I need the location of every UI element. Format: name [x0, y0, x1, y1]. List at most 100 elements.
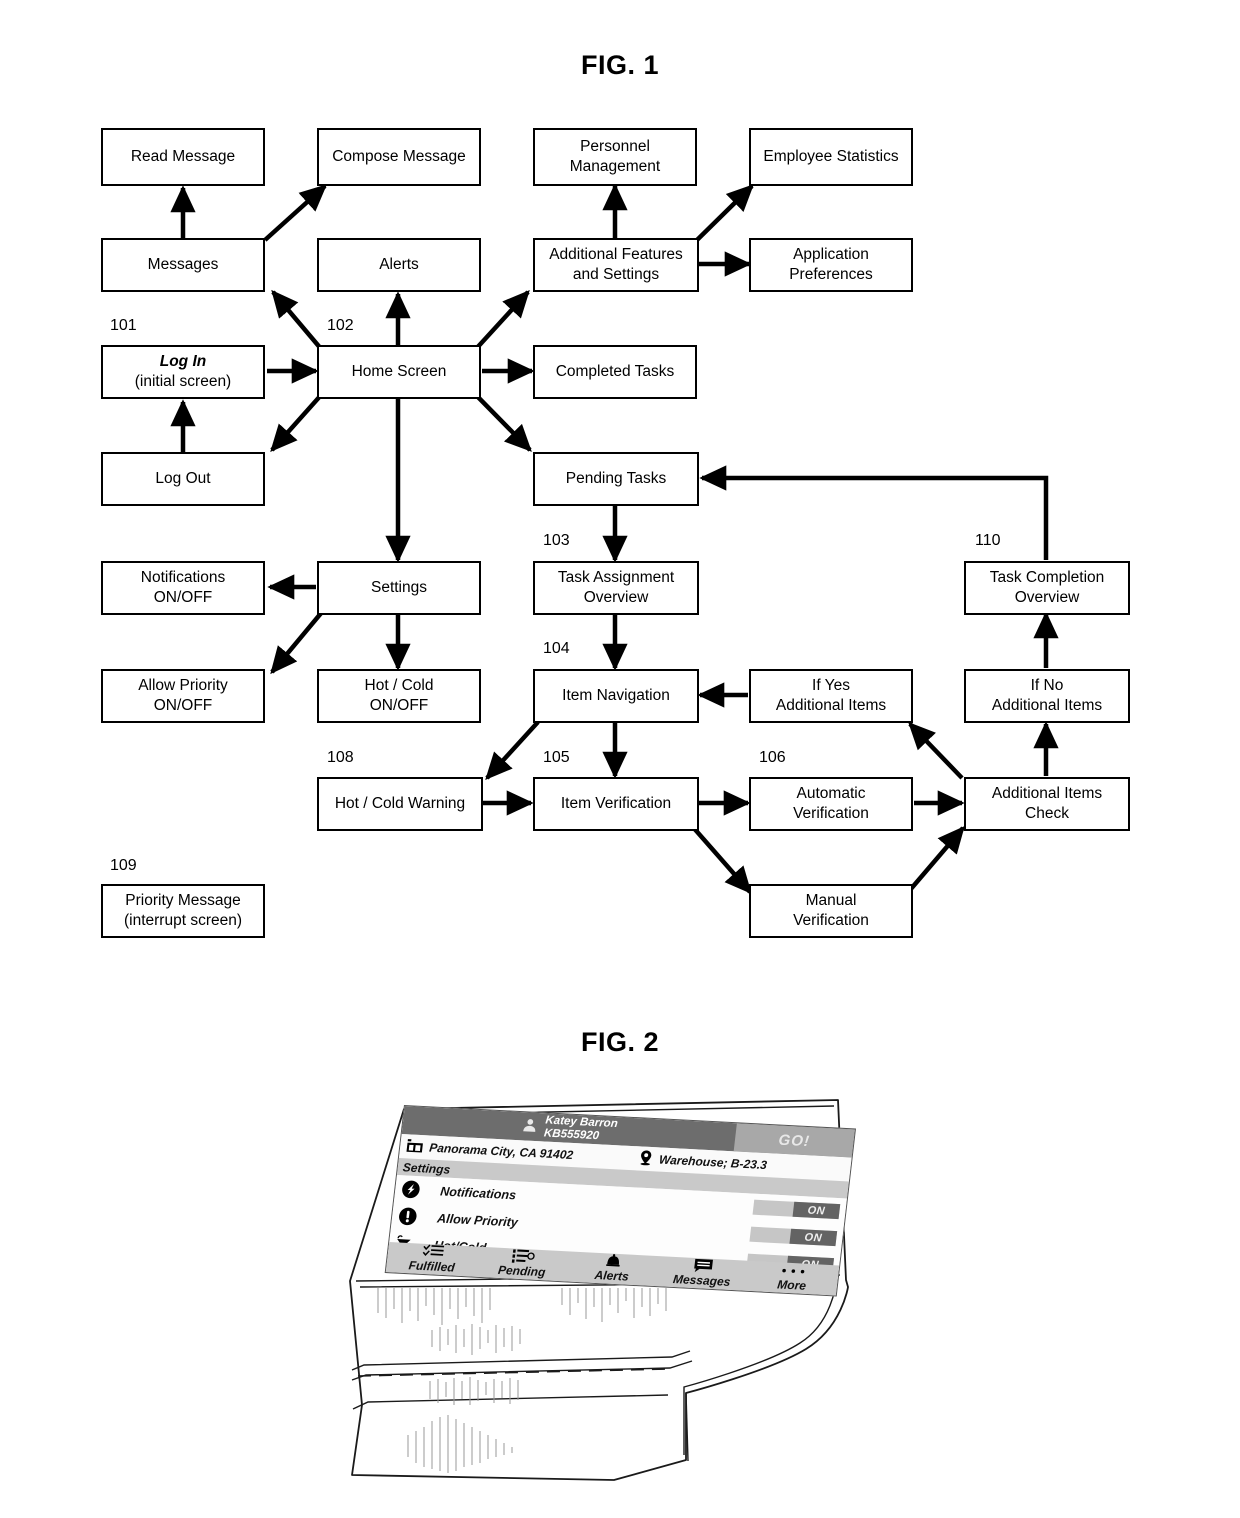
node-personnel-management[interactable]: Personnel Management [533, 128, 697, 186]
nav-item-pending[interactable]: Pending [476, 1247, 569, 1282]
node-settings[interactable]: Settings [317, 561, 481, 615]
ref-numeral-109: 109 [110, 857, 137, 874]
node-label: Completed Tasks [555, 362, 675, 380]
nav-label: Alerts [593, 1267, 630, 1284]
node-additional-features-and-settings[interactable]: Additional Features and Settings [533, 238, 699, 292]
node-label: Task Assignment [557, 568, 675, 586]
node-hot-cold-on-off[interactable]: Hot / Cold ON/OFF [317, 669, 481, 723]
node-pending-tasks[interactable]: Pending Tasks [533, 452, 699, 506]
node-label: Management [569, 158, 661, 175]
list-clock-icon [511, 1248, 537, 1264]
ref-numeral-105: 105 [543, 749, 570, 766]
warehouse-label: Warehouse; B-23.3 [658, 1152, 768, 1173]
node-label: If Yes [812, 676, 850, 694]
node-label: Application [793, 245, 869, 263]
node-notifications-on-off[interactable]: Notifications ON/OFF [101, 561, 265, 615]
node-label: and Settings [572, 266, 660, 283]
node-label: ON/OFF [369, 697, 429, 714]
map-pin-icon [637, 1149, 654, 1169]
node-label: Home Screen [351, 362, 447, 380]
nav-item-messages[interactable]: Messages [656, 1256, 749, 1291]
node-label: Hot / Cold [364, 676, 434, 694]
node-completed-tasks[interactable]: Completed Tasks [533, 345, 697, 399]
node-label: Hot / Cold Warning [334, 794, 466, 812]
ref-numeral-103: 103 [543, 532, 570, 549]
ref-numeral-110: 110 [975, 532, 1001, 549]
node-log-in[interactable]: Log In (initial screen) [101, 345, 265, 399]
node-label: Allow Priority [138, 676, 228, 694]
nav-label: Messages [672, 1271, 732, 1289]
node-label: Preferences [789, 266, 873, 283]
node-manual-verification[interactable]: Manual Verification [749, 884, 913, 938]
node-task-assignment-overview[interactable]: Task Assignment Overview [533, 561, 699, 615]
building-icon [405, 1138, 424, 1156]
node-log-out[interactable]: Log Out [101, 452, 265, 506]
node-label: Messages [147, 255, 219, 273]
node-label: Compose Message [332, 147, 466, 165]
node-label: Log In [159, 352, 207, 370]
figure-2-device: Katey Barron KB555920 GO! Panorama City,… [0, 1075, 1240, 1518]
node-home-screen[interactable]: Home Screen [317, 345, 481, 399]
node-read-message[interactable]: Read Message [101, 128, 265, 186]
ref-numeral-104: 104 [543, 640, 570, 657]
figure-1-flowchart: Read Message Compose Message Personnel M… [0, 0, 1240, 1000]
city-label: Panorama City, CA 91402 [428, 1140, 574, 1163]
toggle-notifications[interactable]: ON [752, 1199, 841, 1220]
node-label: Alerts [379, 255, 419, 273]
node-priority-message[interactable]: Priority Message (interrupt screen) [101, 884, 265, 938]
person-icon [521, 1116, 540, 1137]
bell-icon [604, 1253, 624, 1269]
node-label: Check [1025, 805, 1069, 822]
node-label: ON/OFF [153, 589, 213, 606]
node-label: If No [1030, 676, 1064, 694]
exclamation-icon [397, 1206, 418, 1226]
bolt-icon [400, 1179, 421, 1199]
node-if-yes-additional-items[interactable]: If Yes Additional Items [749, 669, 913, 723]
fig2-title: FIG. 2 [580, 1027, 659, 1057]
node-label: Verification [793, 912, 869, 929]
node-item-verification[interactable]: Item Verification [533, 777, 699, 831]
node-label: Settings [370, 578, 427, 596]
node-label: Additional Features [549, 245, 683, 263]
nav-label: More [776, 1277, 807, 1293]
node-label: Item Verification [560, 794, 672, 812]
node-label: Overview [583, 589, 649, 606]
node-label: (initial screen) [134, 373, 232, 390]
node-allow-priority-on-off[interactable]: Allow Priority ON/OFF [101, 669, 265, 723]
ref-numeral-108: 108 [327, 749, 354, 766]
node-label: Item Navigation [562, 686, 670, 704]
node-alerts[interactable]: Alerts [317, 238, 481, 292]
ellipsis-icon [781, 1262, 807, 1278]
ref-numeral-101: 101 [110, 317, 137, 334]
node-compose-message[interactable]: Compose Message [317, 128, 481, 186]
node-if-no-additional-items[interactable]: If No Additional Items [964, 669, 1130, 723]
toggle-state: ON [792, 1201, 841, 1220]
node-label: Overview [1014, 589, 1080, 606]
nav-item-fulfilled[interactable]: Fulfilled [386, 1242, 479, 1277]
node-employee-statistics[interactable]: Employee Statistics [749, 128, 913, 186]
node-label: (interrupt screen) [123, 912, 242, 929]
node-label: Employee Statistics [763, 147, 899, 165]
node-label: Notifications [140, 568, 226, 586]
checklist-icon [422, 1244, 446, 1260]
node-label: ON/OFF [153, 697, 213, 714]
node-messages[interactable]: Messages [101, 238, 265, 292]
node-additional-items-check[interactable]: Additional Items Check [964, 777, 1130, 831]
node-label: Automatic [796, 784, 866, 802]
toggle-allow-priority[interactable]: ON [749, 1226, 838, 1247]
node-hot-cold-warning[interactable]: Hot / Cold Warning [317, 777, 483, 831]
nav-item-more[interactable]: More [746, 1261, 839, 1296]
ref-numeral-106: 106 [759, 749, 786, 766]
nav-label: Fulfilled [407, 1258, 456, 1275]
ref-numeral-102: 102 [327, 317, 354, 334]
node-label: Additional Items [991, 784, 1103, 802]
node-application-preferences[interactable]: Application Preferences [749, 238, 913, 292]
node-label: Task Completion [989, 568, 1105, 586]
nav-item-alerts[interactable]: Alerts [566, 1251, 659, 1286]
nav-label: Pending [497, 1262, 547, 1280]
node-task-completion-overview[interactable]: Task Completion Overview [964, 561, 1130, 615]
node-label: Log Out [155, 469, 211, 487]
node-label: Pending Tasks [565, 469, 667, 487]
node-automatic-verification[interactable]: Automatic Verification [749, 777, 913, 831]
node-item-navigation[interactable]: Item Navigation [533, 669, 699, 723]
